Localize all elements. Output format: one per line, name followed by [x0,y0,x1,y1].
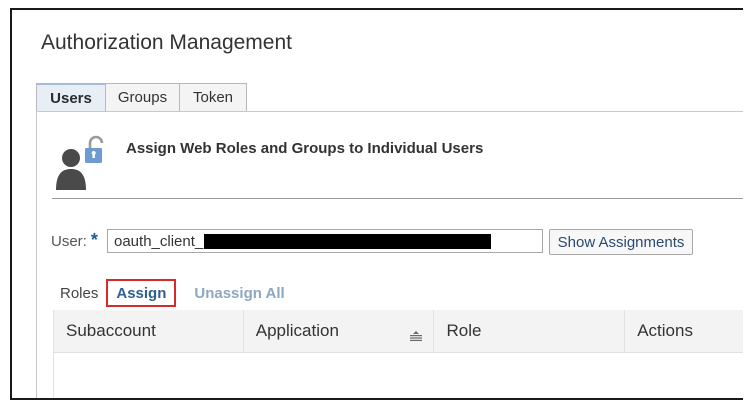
column-header-label: Role [446,321,482,340]
roles-label: Roles [60,284,99,302]
user-lock-icon [54,134,110,197]
table-header: Subaccount Application Role Actions [54,310,743,353]
column-header-actions: Actions [625,310,743,352]
user-input-value: oauth_client_ [114,232,204,250]
section-divider [52,198,743,199]
required-marker: * [90,230,98,250]
roles-table: Subaccount Application Role Actions [53,310,743,398]
column-header-subaccount[interactable]: Subaccount [54,310,244,352]
user-field-label: User: * [51,230,98,251]
redaction-bar [204,233,492,249]
roles-toolbar: Roles Assign Unassign All [60,279,285,307]
unassign-all-button[interactable]: Unassign All [194,285,284,302]
page-title: Authorization Management [41,31,292,54]
column-header-application[interactable]: Application [244,310,435,352]
tab-strip: Users Groups Token [36,83,247,111]
panel-title: Assign Web Roles and Groups to Individua… [126,140,484,157]
window-frame: Authorization Management Users Groups To… [10,8,743,400]
tab-users[interactable]: Users [36,83,106,111]
users-panel: Assign Web Roles and Groups to Individua… [36,111,743,398]
column-header-label: Application [255,321,339,340]
column-header-role[interactable]: Role [434,310,626,352]
sort-icon[interactable] [409,326,423,346]
column-header-label: Actions [637,321,693,340]
assign-button[interactable]: Assign [106,279,177,307]
show-assignments-button[interactable]: Show Assignments [549,229,693,255]
tab-token[interactable]: Token [179,83,247,111]
user-input[interactable]: oauth_client_ [107,229,543,253]
table-body [54,353,743,398]
user-label-text: User: [51,233,87,250]
tab-groups[interactable]: Groups [105,83,180,111]
column-header-label: Subaccount [66,321,156,340]
